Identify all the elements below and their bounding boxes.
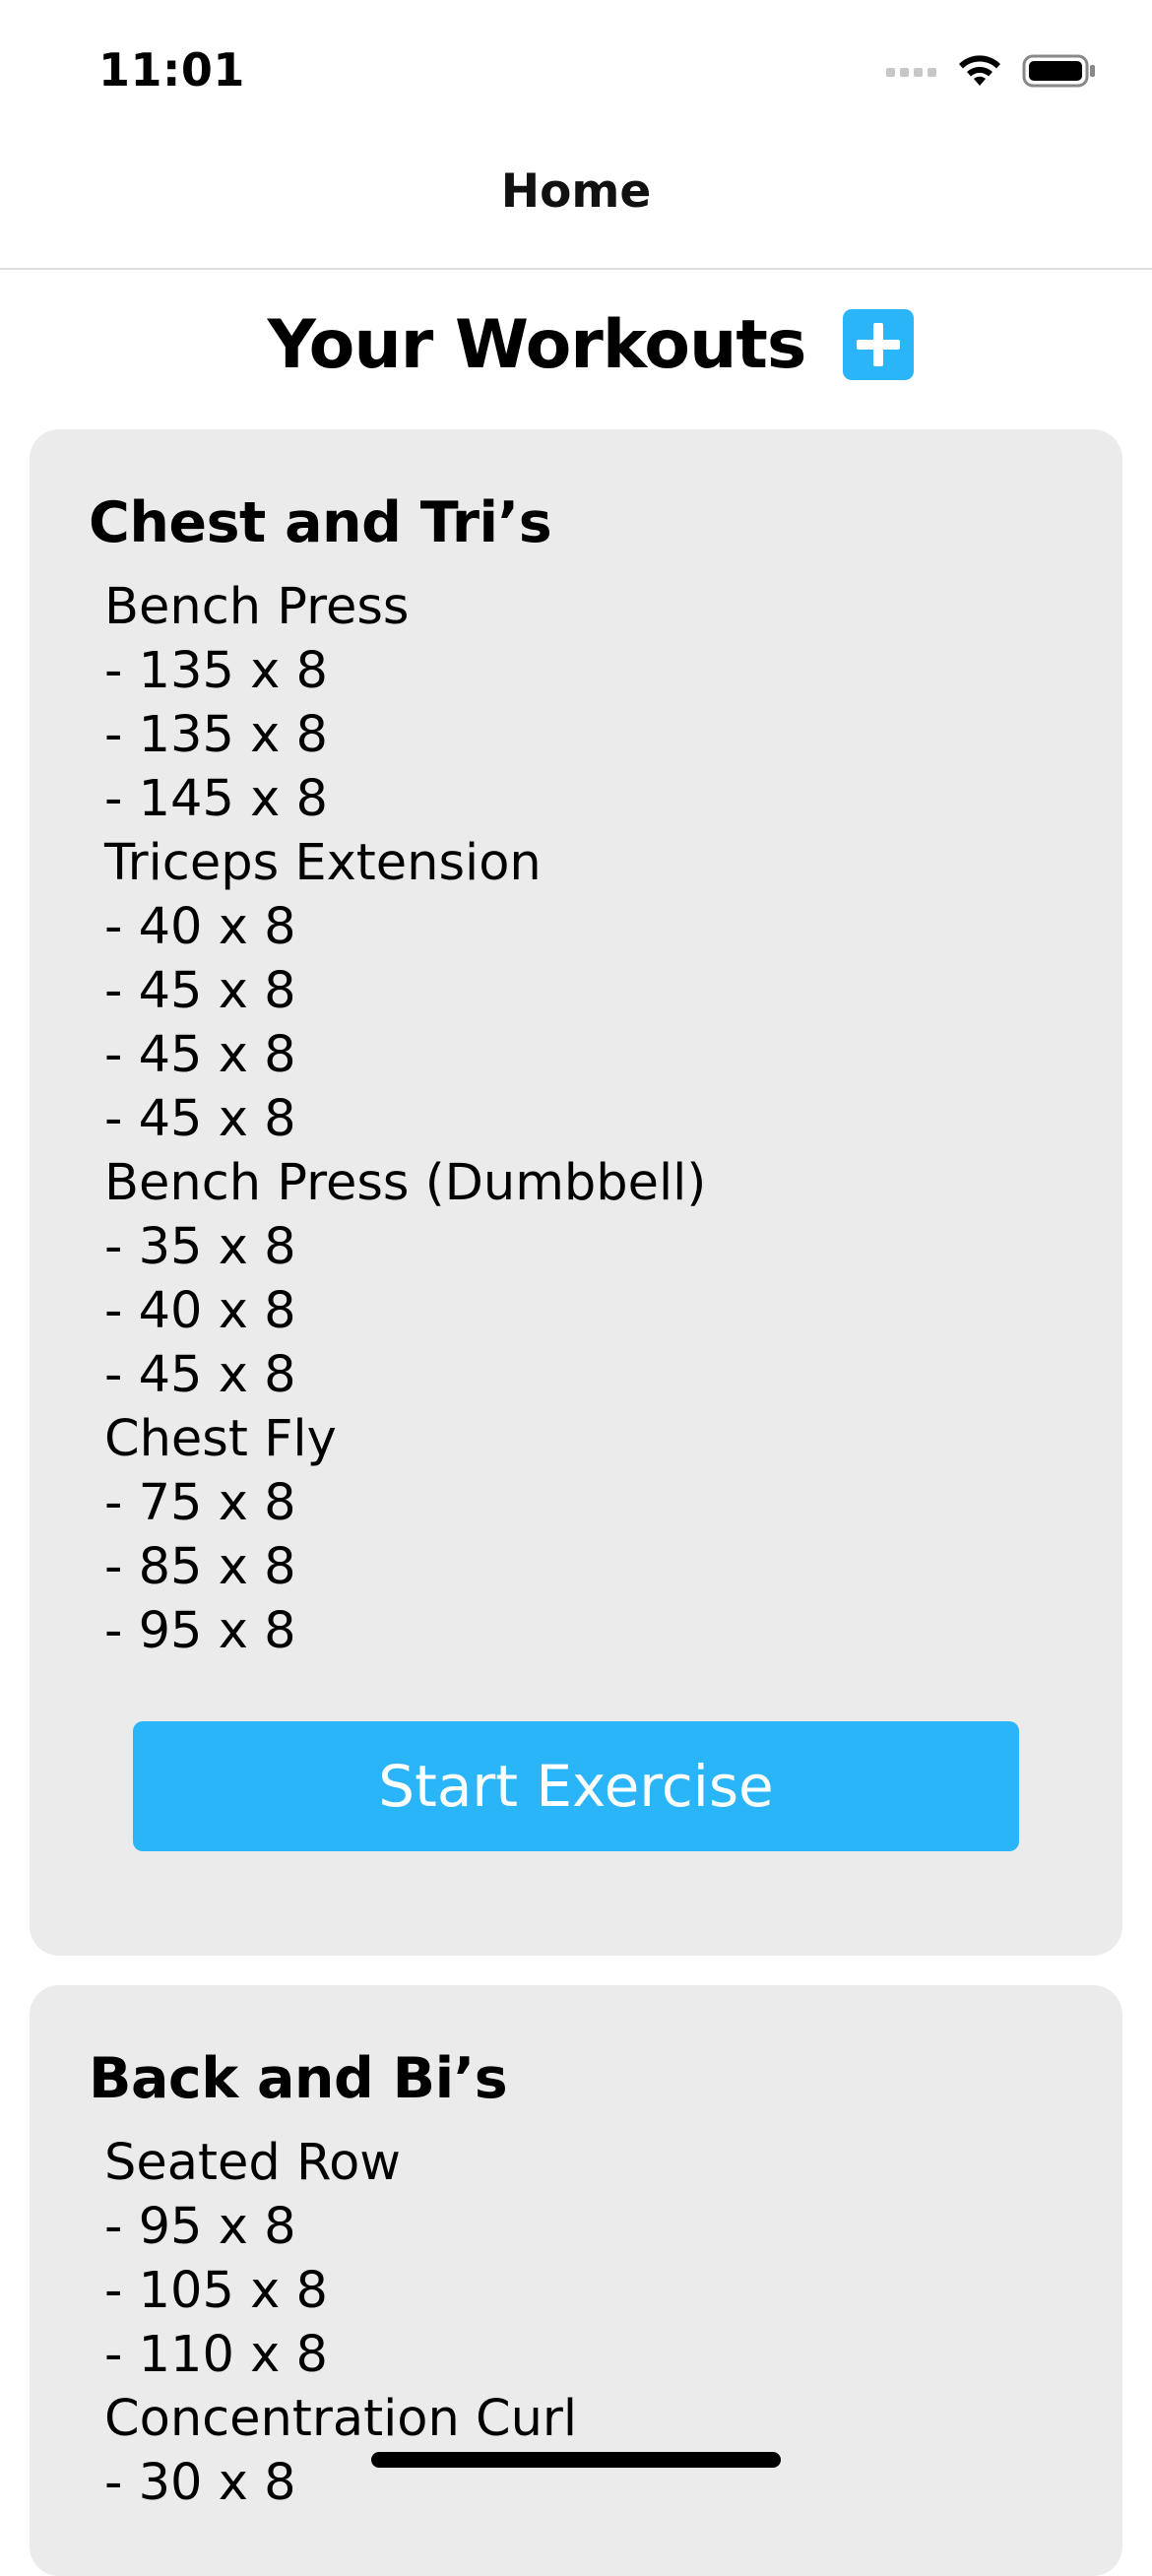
home-indicator[interactable] [371, 2452, 781, 2468]
exercise-set: - 135 x 8 [104, 642, 329, 700]
exercise-set: - 75 x 8 [104, 1474, 296, 1532]
exercise-list: Bench Press - 135 x 8 - 135 x 8 - 145 x … [104, 575, 706, 1663]
exercise-set: - 110 x 8 [104, 2326, 329, 2384]
exercise-name: Bench Press (Dumbbell) [104, 1154, 707, 1212]
exercise-set: - 105 x 8 [104, 2262, 329, 2320]
status-icons [886, 51, 1097, 91]
wifi-icon [959, 55, 1000, 86]
exercise-set: - 45 x 8 [104, 1090, 296, 1148]
cellular-signal-icon [886, 68, 936, 77]
add-workout-button[interactable] [843, 309, 915, 380]
workout-title: Chest and Tri’s [89, 490, 552, 555]
exercise-name: Concentration Curl [104, 2390, 578, 2448]
exercise-name: Chest Fly [104, 1410, 337, 1468]
exercise-set: - 45 x 8 [104, 1026, 296, 1084]
page-title: Your Workouts [267, 305, 807, 384]
exercise-set: - 45 x 8 [104, 962, 296, 1020]
exercise-set: - 45 x 8 [104, 1346, 296, 1404]
exercise-set: - 40 x 8 [104, 898, 296, 956]
exercise-set: - 135 x 8 [104, 706, 329, 764]
page-header: Your Workouts [0, 295, 1152, 394]
workout-card: Chest and Tri’s Bench Press - 135 x 8 - … [30, 429, 1122, 1956]
exercise-set: - 35 x 8 [104, 1218, 296, 1276]
workout-title: Back and Bi’s [89, 2046, 508, 2111]
start-exercise-button[interactable]: Start Exercise [133, 1721, 1019, 1851]
workout-card: Back and Bi’s Seated Row - 95 x 8 - 105 … [30, 1985, 1122, 2576]
status-time: 11:01 [98, 43, 245, 97]
status-bar: 11:01 [0, 0, 1152, 148]
exercise-set: - 40 x 8 [104, 1282, 296, 1340]
battery-icon [1022, 54, 1095, 88]
exercise-set: - 95 x 8 [104, 2198, 296, 2256]
exercise-set: - 145 x 8 [104, 770, 329, 828]
exercise-name: Seated Row [104, 2134, 402, 2192]
exercise-set: - 85 x 8 [104, 1538, 296, 1596]
navigation-bar: Home [0, 148, 1152, 270]
exercise-name: Bench Press [104, 578, 410, 636]
exercise-name: Triceps Extension [104, 834, 542, 892]
nav-title: Home [500, 163, 652, 219]
exercise-set: - 95 x 8 [104, 1602, 296, 1660]
